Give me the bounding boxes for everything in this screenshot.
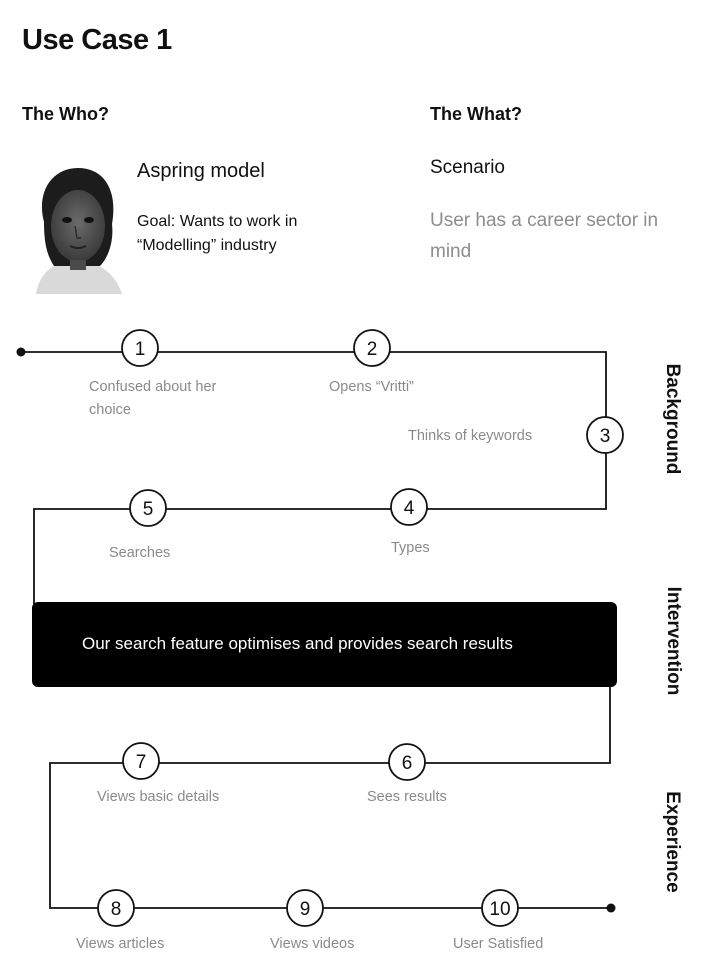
intervention-text: Our search feature optimises and provide… bbox=[82, 634, 513, 653]
step-label-4: Types bbox=[391, 540, 430, 556]
step-2: 2 bbox=[353, 329, 391, 367]
step-number: 5 bbox=[143, 499, 154, 520]
step-label-9: Views videos bbox=[270, 936, 355, 952]
step-label-6: Sees results bbox=[367, 789, 447, 805]
step-label-1: Confused about her choice bbox=[89, 379, 217, 418]
step-number: 8 bbox=[111, 899, 122, 920]
step-9: 9 bbox=[286, 889, 324, 927]
step-label-2: Opens “Vritti” bbox=[329, 379, 414, 395]
flow-start-dot bbox=[16, 347, 26, 357]
step-number: 9 bbox=[300, 899, 311, 920]
stage-experience: Experience bbox=[662, 791, 683, 893]
step-label-8: Views articles bbox=[76, 936, 165, 952]
step-number: 4 bbox=[404, 498, 415, 519]
step-label-10: User Satisfied bbox=[453, 936, 544, 952]
step-5: 5 bbox=[129, 489, 167, 527]
step-8: 8 bbox=[97, 889, 135, 927]
step-label-7: Views basic details bbox=[97, 789, 220, 805]
step-number: 10 bbox=[489, 899, 510, 920]
flow-end-dot bbox=[606, 903, 616, 913]
step-6: 6 bbox=[388, 743, 426, 781]
step-number: 3 bbox=[600, 426, 611, 447]
step-number: 1 bbox=[135, 339, 146, 360]
stage-background: Background bbox=[662, 363, 683, 475]
step-7: 7 bbox=[122, 742, 160, 780]
step-3: 3 bbox=[586, 416, 624, 454]
stage-intervention: Intervention bbox=[663, 586, 684, 696]
step-number: 6 bbox=[402, 753, 413, 774]
step-4: 4 bbox=[390, 488, 428, 526]
step-number: 2 bbox=[367, 339, 378, 360]
step-label-5: Searches bbox=[109, 545, 171, 561]
journey-flow: 1 2 3 4 5 6 7 8 9 10 bbox=[16, 329, 624, 927]
step-number: 7 bbox=[136, 752, 147, 773]
step-1: 1 bbox=[121, 329, 159, 367]
step-label-3: Thinks of keywords bbox=[408, 428, 533, 444]
step-10: 10 bbox=[481, 889, 519, 927]
